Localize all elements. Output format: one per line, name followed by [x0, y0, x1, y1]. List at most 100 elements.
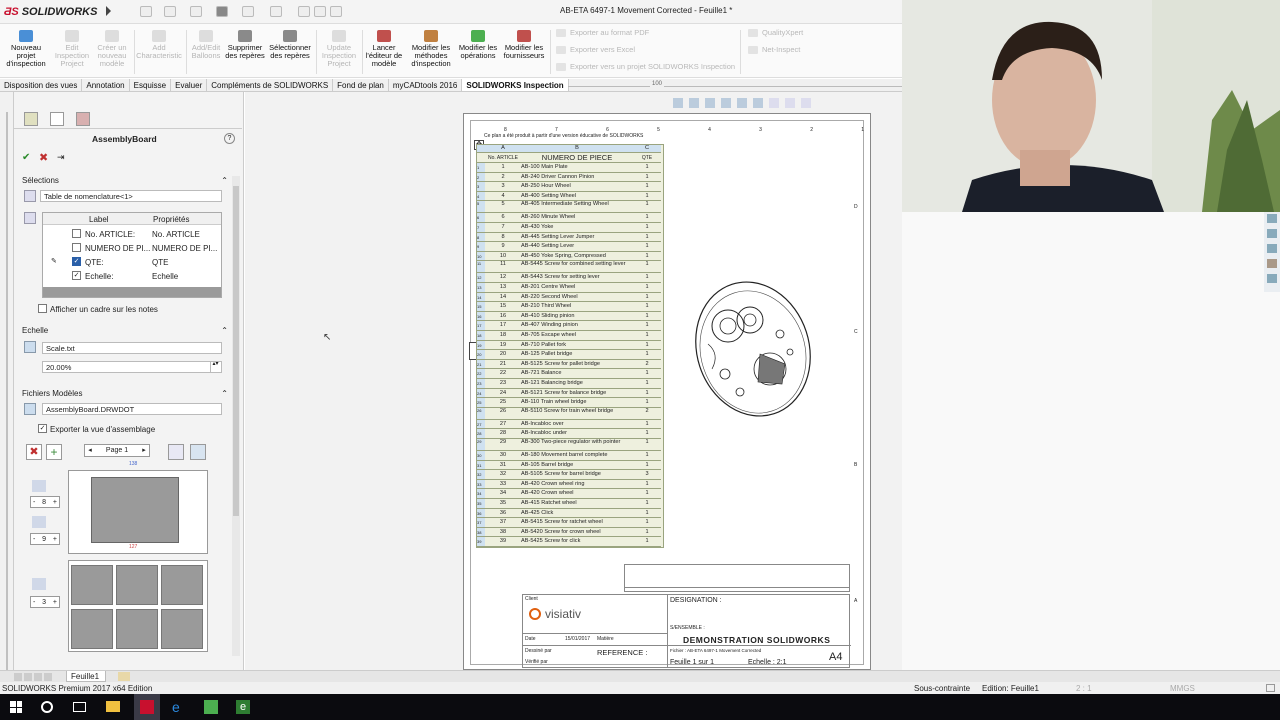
ok-check-icon[interactable]: ✔: [22, 152, 30, 163]
stepper-rows[interactable]: -8 +: [30, 496, 60, 508]
sheet-nav-arrows[interactable]: [14, 673, 58, 681]
view-palette-tab-icon[interactable]: [1267, 259, 1277, 268]
property-manager-tab-icon[interactable]: [50, 112, 64, 126]
next-sheet-icon[interactable]: [34, 673, 42, 681]
row-checkbox-checked[interactable]: ✓: [72, 271, 81, 280]
hide-show-icon[interactable]: [785, 98, 795, 108]
bom-row[interactable]: 9 9 AB-440 Setting Lever 1: [477, 242, 661, 252]
bom-row[interactable]: 18 18 AB-705 Escape wheel 1: [477, 331, 661, 341]
export-pdf-button[interactable]: Exporter au format PDF: [556, 28, 649, 37]
new-inspection-project-button[interactable]: Nouveau projet d'inspection: [2, 26, 50, 68]
grid-row[interactable]: NUMERO DE PI... NUMERO DE PI...: [43, 241, 221, 255]
edge-browser-icon[interactable]: e: [172, 700, 186, 714]
layout-mode-icon-2[interactable]: [32, 516, 46, 528]
bom-row[interactable]: 10 10 AB-450 Yoke Spring, Compressed 1: [477, 251, 661, 262]
tab-esquisse[interactable]: Esquisse: [130, 79, 172, 91]
start-windows-icon[interactable]: [10, 701, 22, 713]
bom-row[interactable]: 39 39 AB-5425 Screw for click 1: [477, 537, 661, 547]
page-selector[interactable]: ◂ Page 1 ▸: [84, 444, 150, 457]
bom-row[interactable]: 19 19 AB-710 Pallet fork 1: [477, 340, 661, 351]
update-inspection-project-button[interactable]: Update Inspection Project: [318, 26, 360, 68]
options-gear-icon[interactable]: [330, 6, 342, 17]
save-icon[interactable]: [190, 6, 202, 17]
layout-preview-1[interactable]: 138 127: [68, 461, 208, 554]
delete-balloons-button[interactable]: Supprimer des repères: [224, 26, 266, 60]
last-sheet-icon[interactable]: [44, 673, 52, 681]
grid-row[interactable]: No. ARTICLE: No. ARTICLE: [43, 227, 221, 241]
scene-icon[interactable]: [801, 98, 811, 108]
drawing-sheet[interactable]: 87654321 D C B A Ce plan a été produit à…: [463, 113, 871, 670]
next-page-icon[interactable]: ▸: [139, 445, 149, 456]
edit-suppliers-button[interactable]: Modifier les fournisseurs: [500, 26, 548, 60]
stepper-plus[interactable]: +: [53, 599, 57, 606]
edit-inspection-methods-button[interactable]: Modifier les méthodes d'inspection: [406, 26, 456, 68]
print-icon[interactable]: [216, 6, 228, 17]
row-checkbox[interactable]: [72, 229, 81, 238]
add-characteristic-button[interactable]: Add Characteristic: [136, 26, 182, 60]
select-balloons-button[interactable]: Sélectionner des repères: [266, 26, 314, 60]
bom-row[interactable]: 34 34 AB-420 Crown wheel 1: [477, 489, 661, 499]
first-sheet-icon[interactable]: [14, 673, 22, 681]
tab-evaluer[interactable]: Evaluer: [171, 79, 208, 91]
previous-view-icon[interactable]: [705, 98, 715, 108]
bom-row[interactable]: 1 1 AB-100 Main Plate 1: [477, 163, 661, 173]
scale-status[interactable]: 2 : 1: [1076, 684, 1092, 693]
help-icon[interactable]: ?: [224, 133, 235, 144]
frame-notes-checkbox[interactable]: [38, 304, 47, 313]
tab-mycadtools[interactable]: myCADtools 2016: [389, 79, 463, 91]
section-view-icon[interactable]: [753, 98, 763, 108]
bom-row[interactable]: 21 21 AB-5125 Screw for pallet bridge 2: [477, 359, 661, 370]
collapse-chevron-icon[interactable]: ⌃: [221, 176, 228, 185]
bom-row[interactable]: 14 14 AB-220 Second Wheel 1: [477, 292, 661, 303]
panel-scrollbar[interactable]: [232, 176, 240, 656]
launch-template-editor-button[interactable]: Lancer l'éditeur de modèle: [364, 26, 404, 68]
row-checkbox[interactable]: [72, 243, 81, 252]
layout-preview-2[interactable]: [68, 560, 208, 652]
bom-row[interactable]: 8 8 AB-445 Setting Lever Jumper 1: [477, 232, 661, 243]
layout-mode-icon-1[interactable]: [32, 480, 46, 492]
stepper-minus[interactable]: -: [33, 499, 35, 506]
units-status[interactable]: MMGS: [1170, 684, 1195, 693]
add-page-icon[interactable]: +: [46, 444, 62, 460]
bom-row[interactable]: 37 37 AB-5415 Screw for ratchet wheel 1: [477, 518, 661, 528]
design-library-tab-icon[interactable]: [1267, 229, 1277, 238]
bom-row[interactable]: 29 29 AB-300 Two-piece regulator with poin…: [477, 439, 661, 451]
solidworks-logo[interactable]: ƋS SOLIDWORKS: [4, 4, 97, 20]
template-file-field[interactable]: AssemblyBoard.DRWDOT: [42, 403, 222, 415]
appearances-tab-icon[interactable]: [1267, 274, 1277, 283]
new-doc-icon[interactable]: [140, 6, 152, 17]
cancel-x-icon[interactable]: ✖: [39, 151, 48, 164]
pin-icon[interactable]: ⇥: [57, 152, 65, 163]
search-icon[interactable]: [41, 701, 53, 713]
bom-row[interactable]: 4 4 AB-400 Setting Wheel 1: [477, 191, 661, 202]
tab-solidworks-inspection[interactable]: SOLIDWORKS Inspection: [462, 79, 569, 91]
config-manager-tab-icon[interactable]: [76, 112, 90, 126]
net-inspect-button[interactable]: Net-Inspect: [748, 45, 800, 54]
bom-row[interactable]: 33 33 AB-420 Crown wheel ring 1: [477, 479, 661, 490]
bom-row[interactable]: 32 32 AB-5105 Screw for barrel bridge 3: [477, 470, 661, 480]
collapse-chevron-icon[interactable]: ⌃: [221, 326, 228, 335]
bom-row[interactable]: 15 15 AB-210 Third Wheel 1: [477, 302, 661, 312]
bom-row[interactable]: 30 30 AB-180 Movement barrel complete 1: [477, 451, 661, 461]
bom-row[interactable]: 7 7 AB-430 Yoke 1: [477, 223, 661, 233]
scale-section-header[interactable]: Echelle ⌃: [22, 326, 228, 335]
stepper-cols[interactable]: -9 +: [30, 533, 60, 545]
stepper-plus[interactable]: +: [53, 536, 57, 543]
tab-fond-de-plan[interactable]: Fond de plan: [333, 79, 389, 91]
templates-section-header[interactable]: Fichiers Modèles ⌃: [22, 389, 228, 398]
bom-row[interactable]: 17 17 AB-407 Winding pinion 1: [477, 321, 661, 331]
bom-row[interactable]: 38 38 AB-5420 Screw for crown wheel 1: [477, 527, 661, 538]
grid-row[interactable]: ✎ ✓ QTE: QTE: [43, 255, 221, 269]
resources-tab-icon[interactable]: [1267, 214, 1277, 223]
export-excel-button[interactable]: Exporter vers Excel: [556, 45, 635, 54]
collapse-chevron-icon[interactable]: ⌃: [221, 389, 228, 398]
prev-page-icon[interactable]: ◂: [85, 445, 95, 456]
open-doc-icon[interactable]: [164, 6, 176, 17]
display-style-icon[interactable]: [769, 98, 779, 108]
bom-row[interactable]: 31 31 AB-105 Barrel bridge 1: [477, 460, 661, 471]
bom-row[interactable]: 22 22 AB-721 Balance 1: [477, 369, 661, 379]
bom-row[interactable]: 35 35 AB-415 Ratchet wheel 1: [477, 499, 661, 509]
layout-mode-icon-3[interactable]: [32, 578, 46, 590]
rotate-icon[interactable]: [737, 98, 747, 108]
tab-annotation[interactable]: Annotation: [82, 79, 130, 91]
